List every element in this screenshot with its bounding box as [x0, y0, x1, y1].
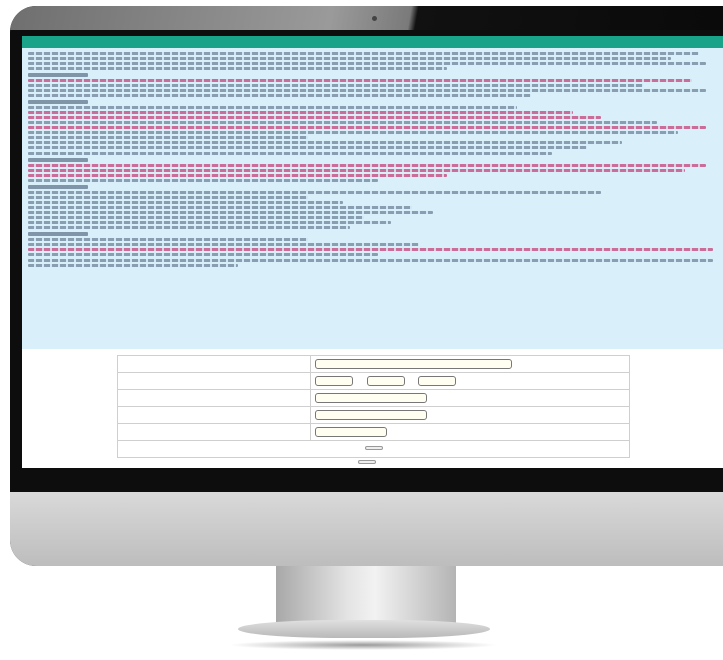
notice-block: [28, 79, 723, 97]
secondary-button[interactable]: [358, 460, 376, 464]
notice-block: [28, 191, 723, 229]
screen: [22, 36, 723, 468]
monitor-bezel: [10, 6, 723, 30]
form-row-phone: [117, 406, 630, 424]
monitor-stand-base: [238, 620, 490, 638]
birth-year-input[interactable]: [315, 376, 353, 386]
name-input[interactable]: [315, 359, 512, 369]
monitor-stand-neck: [276, 566, 456, 624]
name-label: [117, 355, 311, 373]
form-table: [117, 355, 630, 458]
form-row-id: [117, 389, 630, 407]
form-row-submit: [117, 440, 630, 458]
inquiry-form: [22, 349, 723, 458]
monitor-chin: [10, 492, 723, 566]
notice-heading: [28, 232, 88, 236]
birthdate-label: [117, 372, 311, 390]
notice-heading: [28, 185, 88, 189]
form-row-captcha: [117, 423, 630, 441]
birth-day-input[interactable]: [418, 376, 457, 386]
camera-icon: [372, 16, 377, 21]
id-label: [117, 389, 311, 407]
phone-input[interactable]: [315, 410, 427, 420]
notice-block: [28, 259, 723, 267]
submit-button[interactable]: [364, 446, 383, 450]
stand-shadow: [228, 640, 498, 650]
phone-label: [117, 406, 311, 424]
monitor-frame: [10, 6, 723, 566]
notice-heading: [28, 158, 88, 162]
form-row-name: [117, 355, 630, 373]
notice-block: [28, 52, 723, 70]
form-row-birthdate: [117, 372, 630, 390]
notice-block: [28, 238, 723, 256]
notice-block: [28, 106, 723, 149]
notice-panel: [22, 48, 723, 349]
notice-heading: [28, 73, 88, 77]
page-title: [22, 36, 723, 48]
notice-block: [28, 152, 723, 155]
id-number-input[interactable]: [315, 393, 427, 403]
birth-month-input[interactable]: [366, 376, 405, 386]
notice-heading: [28, 100, 88, 104]
notice-block: [28, 164, 723, 182]
captcha-label: [117, 423, 311, 441]
captcha-input[interactable]: [315, 427, 387, 437]
